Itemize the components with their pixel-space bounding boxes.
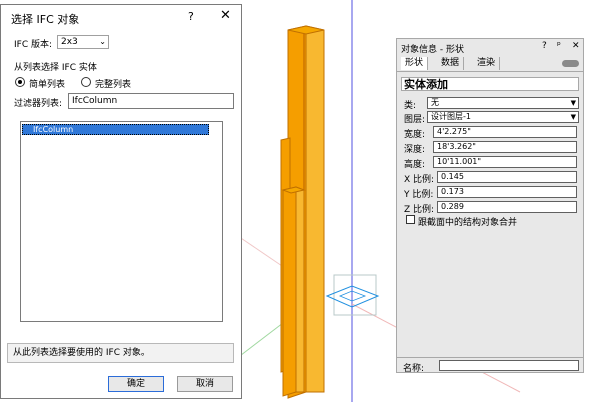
tab-data[interactable]: 数据 <box>437 57 465 70</box>
palette-close-icon[interactable]: ✕ <box>572 41 580 51</box>
filter-list-input[interactable]: IfcColumn <box>68 93 234 109</box>
ifc-column-short[interactable] <box>281 186 306 397</box>
close-icon[interactable]: ✕ <box>220 8 231 23</box>
layer-label: 图层: <box>404 115 426 125</box>
name-field[interactable] <box>439 360 579 371</box>
chevron-down-icon: ▼ <box>570 99 576 107</box>
depth-field[interactable]: 18'3.262" <box>433 141 577 153</box>
simple-list-label[interactable]: 简单列表 <box>29 77 65 90</box>
depth-label: 深度: <box>404 145 426 155</box>
class-value: 无 <box>431 98 439 107</box>
width-label: 宽度: <box>404 130 426 140</box>
tab-render[interactable]: 渲染 <box>473 57 501 70</box>
tab-shape[interactable]: 形状 <box>401 57 429 70</box>
z-scale-label: Z 比例: <box>404 205 435 215</box>
dialog-title: 选择 IFC 对象 <box>11 13 80 26</box>
help-button[interactable]: ? <box>188 10 194 23</box>
name-label: 名称: <box>403 364 425 374</box>
ifc-version-select[interactable]: 2x3 ⌄ <box>57 35 109 49</box>
palette-help-button[interactable]: ? <box>542 41 547 51</box>
palette-title: 对象信息 - 形状 <box>401 45 464 55</box>
height-field[interactable]: 10'11.001" <box>433 156 577 168</box>
layer-select[interactable]: 设计图层-1 ▼ <box>427 111 579 123</box>
object-type-heading: 实体添加 <box>401 77 579 91</box>
work-plane-box <box>333 274 377 316</box>
ifc-version-label: IFC 版本: <box>14 40 53 50</box>
layer-value: 设计图层-1 <box>431 112 471 121</box>
x-scale-field[interactable]: 0.145 <box>437 171 577 183</box>
simple-list-radio[interactable] <box>15 77 25 87</box>
ifc-entity-list[interactable]: IfcColumn <box>20 121 223 322</box>
ok-button[interactable]: 确定 <box>108 376 164 392</box>
ifc-version-value: 2x3 <box>61 37 78 47</box>
palette-options-pill[interactable] <box>562 60 579 67</box>
object-info-palette: 对象信息 - 形状 ? ᵖ ✕ 形状 数据 渲染 实体添加 类: 无 ▼ 图层:… <box>396 38 584 374</box>
y-scale-label: Y 比例: <box>404 190 434 200</box>
palette-footer: 名称: <box>397 357 583 374</box>
z-scale-field[interactable]: 0.289 <box>437 201 577 213</box>
select-entity-section-label: 从列表选择 IFC 实体 <box>14 63 97 73</box>
height-label: 高度: <box>404 160 426 170</box>
list-item[interactable]: IfcColumn <box>22 124 209 135</box>
full-list-radio[interactable] <box>81 77 91 87</box>
class-label: 类: <box>404 101 417 111</box>
merge-structural-label[interactable]: 跟截面中的结构对象合并 <box>418 215 517 228</box>
width-field[interactable]: 4'2.275" <box>433 126 577 138</box>
status-text: 从此列表选择要使用的 IFC 对象。 <box>7 343 234 363</box>
full-list-label[interactable]: 完整列表 <box>95 77 131 90</box>
select-ifc-object-dialog: 选择 IFC 对象 ? ✕ IFC 版本: 2x3 ⌄ 从列表选择 IFC 实体… <box>0 4 242 399</box>
chevron-down-icon: ▼ <box>570 113 576 121</box>
palette-tabs: 形状 数据 渲染 <box>397 57 583 72</box>
y-scale-field[interactable]: 0.173 <box>437 186 577 198</box>
filter-list-label: 过滤器列表: <box>14 99 63 109</box>
pin-icon[interactable]: ᵖ <box>557 41 561 51</box>
cancel-button[interactable]: 取消 <box>177 376 233 392</box>
x-scale-label: X 比例: <box>404 175 435 185</box>
merge-structural-checkbox[interactable] <box>406 215 415 224</box>
class-select[interactable]: 无 ▼ <box>427 97 579 109</box>
chevron-down-icon: ⌄ <box>99 37 106 46</box>
